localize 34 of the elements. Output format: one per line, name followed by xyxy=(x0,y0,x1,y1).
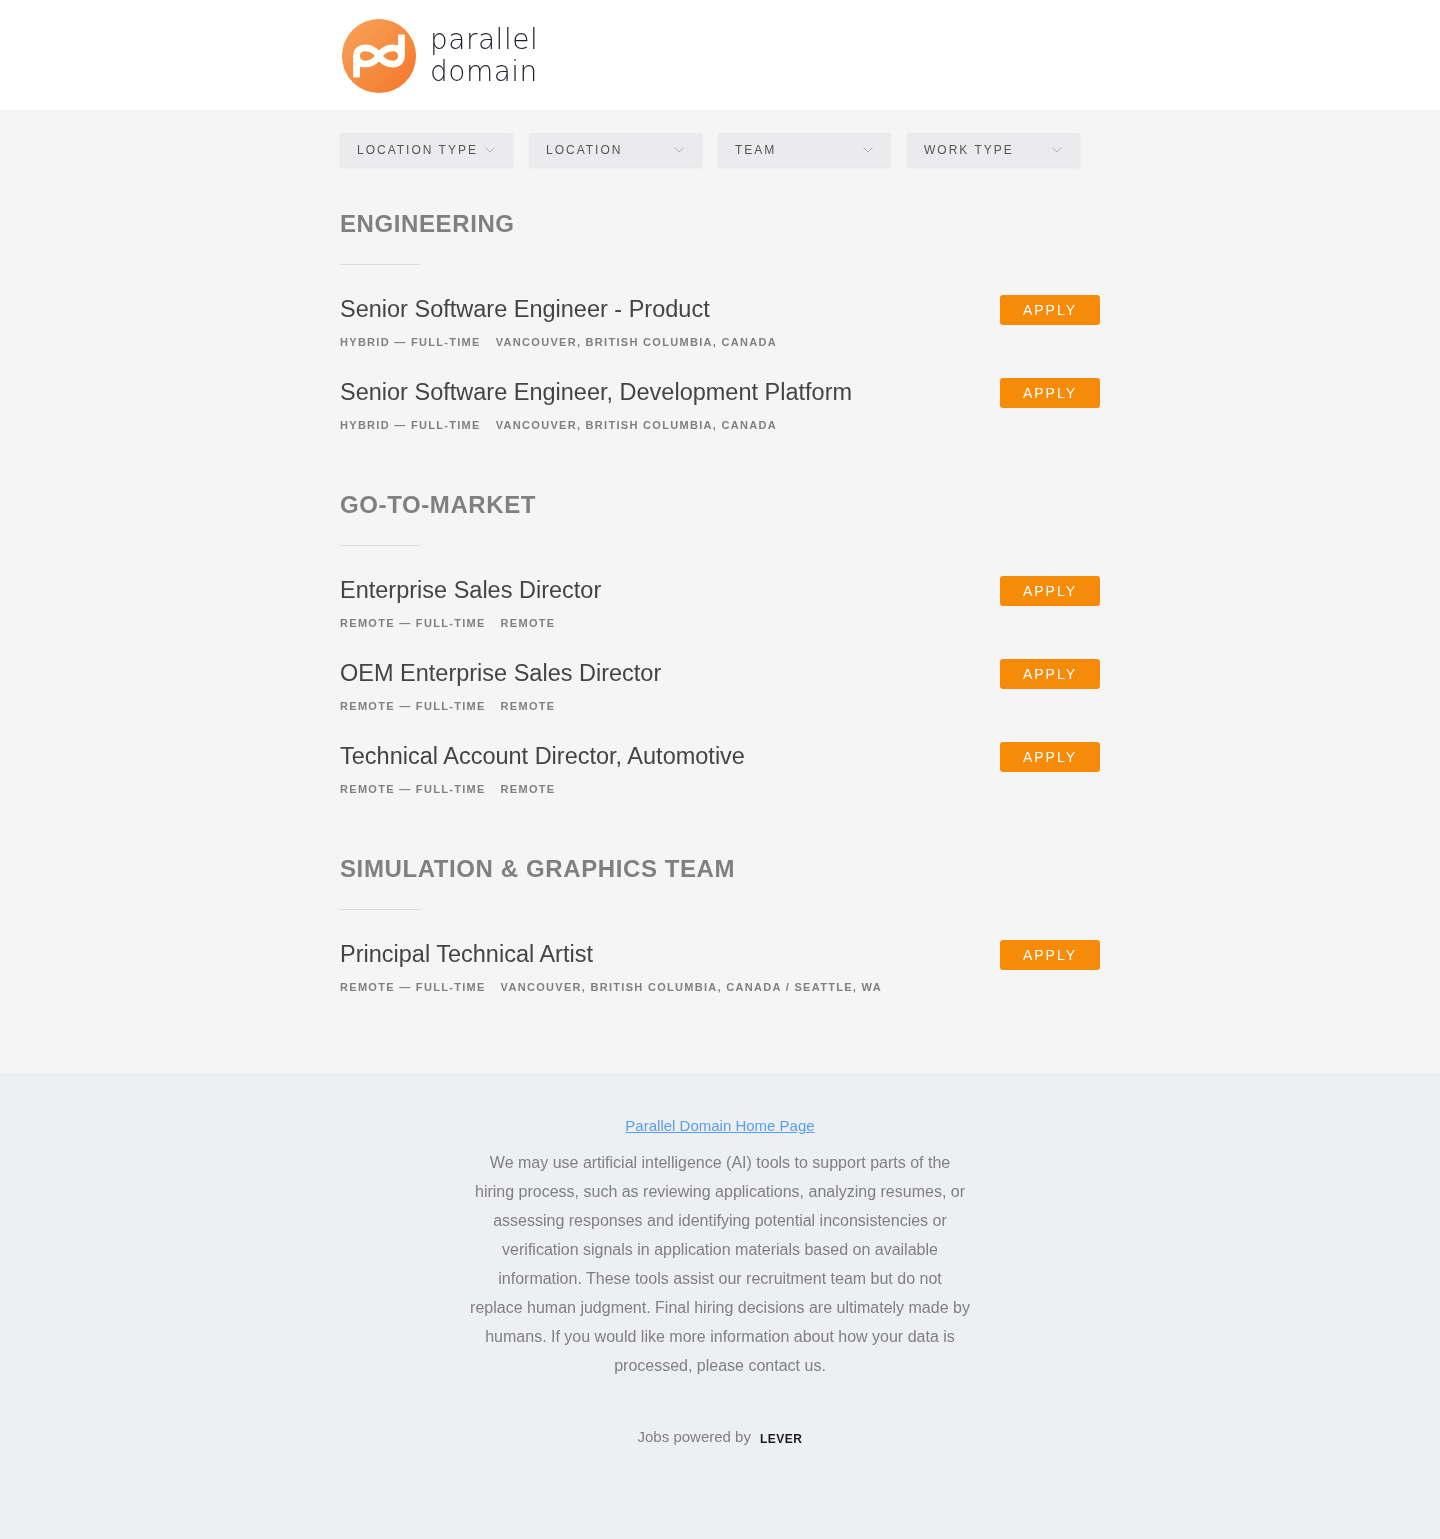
brand-wordmark[interactable]: LEVER xyxy=(759,1431,803,1446)
chevron-down-icon xyxy=(674,147,684,153)
logo-wordmark[interactable]: parallel domain xyxy=(430,24,539,88)
chevron-down-icon xyxy=(863,147,873,153)
section-heading: ENGINEERING xyxy=(340,209,516,239)
job-location: VANCOUVER, BRITISH COLUMBIA, CANADA xyxy=(495,418,777,433)
chevron-down-icon xyxy=(485,147,495,153)
job-title-link[interactable]: Enterprise Sales Director xyxy=(340,575,602,605)
job-commitment: REMOTE — FULL-TIME xyxy=(340,980,486,995)
filter-dropdown[interactable]: WORK TYPE xyxy=(907,133,1080,167)
job-title-link[interactable]: Senior Software Engineer - Product xyxy=(340,294,710,324)
job-location: VANCOUVER, BRITISH COLUMBIA, CANADA xyxy=(495,335,777,350)
section-heading: GO-TO-MARKET xyxy=(340,490,538,520)
job-location: REMOTE xyxy=(500,616,556,631)
chevron-down-icon xyxy=(1052,147,1062,153)
section-heading: SIMULATION & GRAPHICS TEAM xyxy=(340,854,737,884)
job-title-link[interactable]: Technical Account Director, Automotive xyxy=(340,741,745,771)
filter-dropdown[interactable]: LOCATION TYPE xyxy=(340,133,513,167)
filter-dropdown[interactable]: LOCATION xyxy=(529,133,702,167)
ai-notice-text: We may use artificial intelligence (AI) tools to support parts of the hiring process, such as reviewing applications, analyzing resumes, or assessing responses and identifying potential inconsistencies or verification signals in application materials based on available information. These tools assist our recruitment team but do not replace human judgment. Final hiring decisions are ultimately made by humans. If you would like more information about how your data is processed, please contact us. xyxy=(470,1153,970,1376)
job-commitment: HYBRID — FULL-TIME xyxy=(340,335,481,350)
job-title-link[interactable]: Principal Technical Artist xyxy=(340,939,593,969)
job-title-link[interactable]: OEM Enterprise Sales Director xyxy=(340,658,662,688)
job-location: REMOTE xyxy=(500,782,556,797)
job-commitment: REMOTE — FULL-TIME xyxy=(340,699,486,714)
job-commitment: REMOTE — FULL-TIME xyxy=(340,616,486,631)
job-title-link[interactable]: Senior Software Engineer, Development Platform xyxy=(340,377,853,407)
job-location: VANCOUVER, BRITISH COLUMBIA, CANADA / SEATTLE, WA xyxy=(500,980,882,995)
powered-by-text: Jobs powered by xyxy=(637,1427,751,1447)
job-commitment: HYBRID — FULL-TIME xyxy=(340,418,481,433)
job-commitment: REMOTE — FULL-TIME xyxy=(340,782,486,797)
job-location: REMOTE xyxy=(500,699,556,714)
filter-dropdown[interactable]: TEAM xyxy=(718,133,891,167)
logo-icon[interactable] xyxy=(340,17,418,95)
